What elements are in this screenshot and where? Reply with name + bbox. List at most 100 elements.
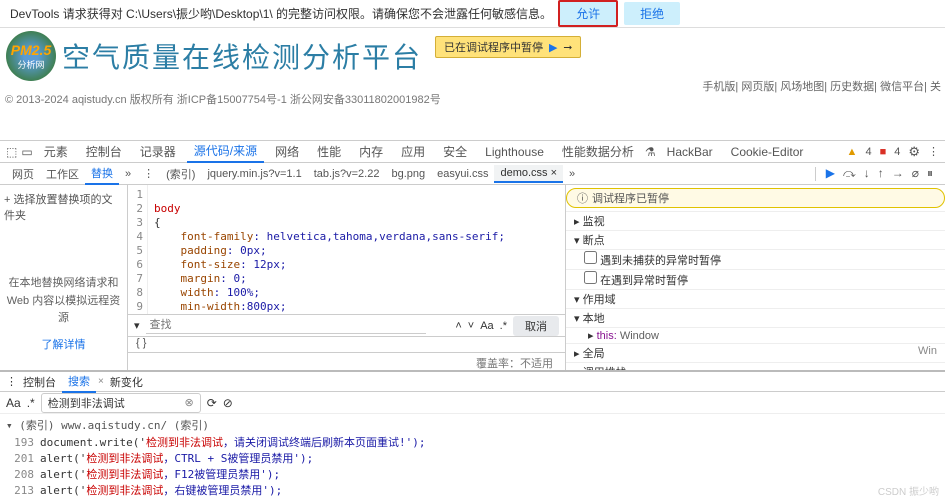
device-icon[interactable]: ▭: [21, 145, 32, 159]
warn-icon[interactable]: ▲: [847, 146, 858, 158]
result-line[interactable]: 193document.write('检测到非法调试，请关闭调试终端后刷新本页面…: [0, 434, 945, 450]
file-tab-easyui[interactable]: easyui.css: [431, 166, 494, 182]
file-tabs: (索引) jquery.min.js?v=1.1 tab.js?v=2.22 b…: [160, 164, 811, 184]
chevron-right-icon[interactable]: ▸: [574, 348, 580, 360]
subtab-more[interactable]: »: [119, 166, 137, 182]
breakpoints-header[interactable]: 断点: [583, 235, 605, 247]
match-case-button[interactable]: Aa: [6, 396, 21, 410]
watermark: CSDN 振少哟: [878, 483, 939, 498]
drawer-tab-search[interactable]: 搜索: [62, 371, 96, 393]
step-icon[interactable]: ⭢: [563, 41, 572, 54]
deny-button[interactable]: 拒绝: [624, 2, 680, 25]
perfinsights-icon: ⚗: [645, 145, 656, 159]
deactivate-bp-icon[interactable]: ⌀: [912, 166, 919, 181]
chevron-right-icon[interactable]: ▸: [574, 216, 580, 228]
watch-header[interactable]: 监视: [583, 216, 605, 228]
devtools-tabstrip: ⬚ ▭ 元素 控制台 记录器 源代码/来源 网络 性能 内存 应用 安全 Lig…: [0, 141, 945, 163]
file-tab-demo[interactable]: demo.css ×: [494, 165, 563, 183]
resume-icon[interactable]: ▶: [826, 166, 835, 181]
search-results: ▾ (索引) www.aqistudy.cn/ (索引) 193document…: [0, 414, 945, 500]
result-file-header[interactable]: ▾ (索引) www.aqistudy.cn/ (索引): [0, 416, 945, 434]
find-input[interactable]: [146, 317, 426, 334]
tab-cookie[interactable]: Cookie-Editor: [724, 143, 811, 161]
drawer-menu-icon[interactable]: ⋮: [6, 375, 17, 388]
next-match-icon[interactable]: ˅: [468, 320, 474, 332]
tab-perfinsights[interactable]: 性能数据分析: [555, 141, 641, 162]
tab-recorder[interactable]: 记录器: [133, 141, 183, 162]
prev-match-icon[interactable]: ˄: [455, 320, 461, 332]
chevron-right-icon[interactable]: ▸: [588, 330, 594, 342]
site-title: 空气质量在线检测分析平台: [62, 36, 422, 76]
file-tab-jquery[interactable]: jquery.min.js?v=1.1: [201, 166, 307, 182]
tab-application[interactable]: 应用: [394, 141, 432, 162]
find-caret-icon[interactable]: ▾: [134, 319, 140, 332]
inspect-icon[interactable]: ⬚: [6, 145, 17, 159]
drawer-tab-changes[interactable]: 新变化: [104, 372, 149, 392]
file-tab-index[interactable]: (索引): [160, 164, 201, 184]
permission-text: DevTools 请求获得对 C:\Users\振少哟\Desktop\1\ 的…: [10, 5, 552, 22]
resume-icon[interactable]: ▶: [549, 41, 557, 54]
result-line[interactable]: 208alert('检测到非法调试，F12被管理员禁用');: [0, 466, 945, 482]
debug-paused-badge[interactable]: 已在调试程序中暂停 ▶ ⭢: [435, 36, 581, 58]
result-line[interactable]: 201alert('检测到非法调试，CTRL + S被管理员禁用');: [0, 450, 945, 466]
tab-performance[interactable]: 性能: [310, 141, 348, 162]
tab-security[interactable]: 安全: [436, 141, 474, 162]
error-icon[interactable]: ■: [880, 146, 887, 158]
drawer-tab-console[interactable]: 控制台: [17, 372, 62, 392]
line-gutter[interactable]: 12345678910111213: [128, 185, 148, 314]
gear-icon[interactable]: ⚙: [908, 144, 920, 160]
learn-more-link[interactable]: 了解详情: [42, 336, 86, 352]
chevron-down-icon[interactable]: ▾: [574, 235, 580, 247]
paused-badge: ⓘ调试程序已暂停: [566, 188, 945, 208]
bp-uncaught-checkbox[interactable]: [584, 251, 597, 264]
override-hint: 在本地替换网络请求和 Web 内容以模拟远程资源: [4, 275, 123, 328]
scope-header[interactable]: 作用域: [583, 294, 616, 306]
code-content[interactable]: body { font-family: helvetica,tahoma,ver…: [148, 185, 511, 314]
drawer: ⋮ 控制台 搜索× 新变化 Aa .* 检测到非法调试⊗ ⟳ ⊘ ▾ (索引) …: [0, 370, 945, 500]
code-editor: 12345678910111213 body { font-family: he…: [128, 185, 565, 370]
step-icon[interactable]: →: [892, 166, 904, 181]
more-icon[interactable]: ⋮: [928, 145, 939, 158]
find-bar: ▾ ˄ ˅ Aa .* 取消: [128, 314, 565, 336]
file-tab-more[interactable]: »: [563, 166, 581, 182]
chevron-down-icon[interactable]: ▾: [574, 313, 580, 325]
search-input[interactable]: 检测到非法调试⊗: [41, 393, 201, 413]
refresh-icon[interactable]: ⟳: [207, 396, 217, 410]
subtab-page[interactable]: 网页: [6, 164, 40, 184]
match-case-button[interactable]: Aa: [480, 320, 493, 332]
subtab-workspace[interactable]: 工作区: [40, 164, 85, 184]
permission-bar: DevTools 请求获得对 C:\Users\振少哟\Desktop\1\ 的…: [0, 0, 945, 28]
execution-controls: ▶ ⤼ ↓ ↑ → ⌀ ⏸: [820, 166, 939, 181]
pause-exc-icon[interactable]: ⏸: [927, 166, 933, 181]
result-line[interactable]: 213alert('检测到非法调试，右键被管理员禁用');: [0, 482, 945, 498]
debugger-sidebar: ⓘ调试程序已暂停 ▸ 监视 ▾ 断点 遇到未捕获的异常时暂停 在遇到异常时暂停 …: [565, 185, 945, 370]
tab-elements[interactable]: 元素: [37, 141, 75, 162]
tab-lighthouse[interactable]: Lighthouse: [478, 143, 551, 161]
regex-button[interactable]: .*: [500, 320, 507, 332]
tab-sources[interactable]: 源代码/来源: [187, 140, 264, 163]
tab-memory[interactable]: 内存: [352, 141, 390, 162]
step-into-icon[interactable]: ↓: [864, 166, 870, 181]
step-over-icon[interactable]: ⤼: [843, 166, 856, 181]
site-nav-links[interactable]: 手机版| 网页版| 风场地图| 历史数据| 微信平台| 关: [702, 78, 941, 94]
allow-button[interactable]: 允许: [558, 0, 618, 27]
vdots-icon[interactable]: ⋮: [143, 167, 154, 180]
devtools-panel: ⬚ ▭ 元素 控制台 记录器 源代码/来源 网络 性能 内存 应用 安全 Lig…: [0, 140, 945, 500]
clear-results-icon[interactable]: ⊘: [223, 396, 233, 410]
file-tab-bg[interactable]: bg.png: [385, 166, 431, 182]
clear-icon[interactable]: ⊗: [184, 396, 193, 409]
tab-hackbar[interactable]: HackBar: [660, 143, 720, 161]
info-icon: ⓘ: [577, 190, 588, 206]
coverage-label: 覆盖率：不适用: [128, 352, 565, 370]
file-tab-tabjs[interactable]: tab.js?v=2.22: [308, 166, 386, 182]
tab-network[interactable]: 网络: [268, 141, 306, 162]
cancel-button[interactable]: 取消: [513, 316, 559, 336]
bp-caught-checkbox[interactable]: [584, 271, 597, 284]
overrides-navigator: + 选择放置替换项的文件夹 在本地替换网络请求和 Web 内容以模拟远程资源 了…: [0, 185, 128, 370]
regex-icon[interactable]: .*: [27, 396, 35, 410]
step-out-icon[interactable]: ↑: [878, 166, 884, 181]
chevron-down-icon[interactable]: ▾: [574, 294, 580, 306]
subtab-overrides[interactable]: 替换: [85, 163, 119, 185]
tab-console[interactable]: 控制台: [79, 141, 129, 162]
site-logo: PM2.5 分析网: [6, 31, 56, 81]
